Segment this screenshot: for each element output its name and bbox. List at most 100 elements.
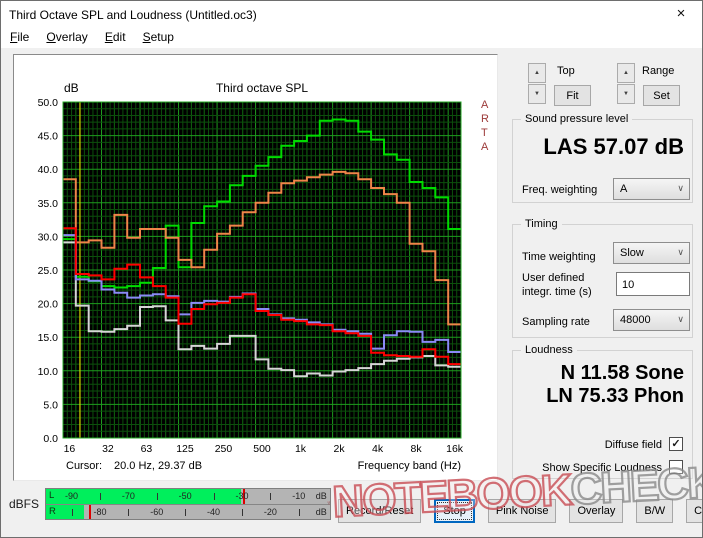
svg-text:Frequency band (Hz): Frequency band (Hz)	[358, 460, 461, 472]
third-octave-spl-chart[interactable]: Third octave SPL dB 0.0 5.0 10.0 15.0 20.0 25.0…	[14, 55, 497, 480]
meter-tick	[71, 509, 73, 516]
freq-weighting-label: Freq. weighting	[522, 184, 598, 196]
svg-text:35.0: 35.0	[38, 198, 59, 210]
menu-setup[interactable]: Setup	[143, 30, 174, 44]
svg-text:A: A	[481, 141, 489, 153]
svg-text:Cursor:: Cursor:	[66, 460, 102, 472]
menu-file[interactable]: File	[10, 30, 29, 44]
meter-channel-name: L	[49, 490, 55, 501]
stop-button[interactable]: Stop	[434, 499, 475, 523]
range-label: Range	[642, 65, 675, 77]
time-weighting-combobox[interactable]: Slow ∨	[613, 242, 690, 264]
svg-text:T: T	[481, 127, 488, 139]
svg-text:8k: 8k	[411, 443, 423, 455]
fit-button[interactable]: Fit	[554, 85, 591, 106]
meter-tick	[298, 509, 300, 516]
diffuse-field-checkbox[interactable]: ✓	[669, 437, 683, 451]
integr-time-input[interactable]	[616, 272, 690, 296]
meter-scale-label: -20	[263, 507, 277, 517]
level-meter: L -90 -70 -50 -30 -10 dB R -80 -60 -40 -20 dB	[45, 488, 331, 520]
sampling-rate-combobox[interactable]: 48000 ∨	[613, 309, 690, 331]
svg-text:16: 16	[64, 443, 76, 455]
top-up-spinner[interactable]: ▲	[528, 63, 546, 83]
meter-unit-label: dB	[315, 491, 327, 501]
loudness-phon-value: LN 75.33 Phon	[546, 385, 684, 407]
integr-time-label-line1: User defined	[522, 272, 585, 284]
loudness-group: Loudness N 11.58 Sone LN 75.33 Phon Diff…	[512, 344, 693, 479]
menu-overlay[interactable]: Overlay	[46, 30, 87, 44]
svg-text:32: 32	[102, 443, 114, 455]
svg-text:Third octave SPL: Third octave SPL	[216, 81, 308, 95]
spl-value: LAS 57.07 dB	[543, 134, 684, 159]
close-icon[interactable]: ×	[660, 1, 702, 28]
meter-tick	[128, 509, 130, 516]
svg-text:63: 63	[141, 443, 153, 455]
svg-text:5.0: 5.0	[43, 399, 58, 411]
top-down-spinner[interactable]: ▼	[528, 84, 546, 104]
svg-text:R: R	[481, 113, 489, 125]
meter-scale-label: -80	[93, 507, 107, 517]
window-header: Third Octave SPL and Loudness (Untitled.…	[1, 1, 702, 48]
overlay-button[interactable]: Overlay	[569, 499, 624, 523]
window-title: Third Octave SPL and Loudness (Untitled.…	[9, 8, 257, 22]
svg-text:500: 500	[253, 443, 271, 455]
show-specific-loudness-checkbox[interactable]	[669, 460, 683, 474]
chevron-down-icon: ∨	[677, 183, 684, 193]
diffuse-field-label: Diffuse field	[604, 439, 662, 451]
meter-scale-label: -10	[292, 491, 306, 501]
meter-scale-label: -50	[178, 491, 192, 501]
meter-tick	[99, 493, 101, 500]
svg-text:2k: 2k	[333, 443, 345, 455]
meter-row-L: L -90 -70 -50 -30 -10 dB	[46, 489, 330, 504]
top-label: Top	[557, 65, 575, 77]
meter-scale-label: -60	[150, 507, 164, 517]
meter-tick	[270, 493, 272, 500]
pink-noise-button[interactable]: Pink Noise	[487, 499, 557, 523]
svg-text:45.0: 45.0	[38, 131, 59, 143]
dbfs-label: dBFS	[9, 497, 40, 511]
svg-text:25.0: 25.0	[38, 265, 59, 277]
bw-button[interactable]: B/W	[636, 499, 674, 523]
integr-time-label-line2: integr. time (s)	[522, 286, 592, 298]
sound-pressure-level-group: Sound pressure level LAS 57.07 dB Freq. …	[512, 113, 693, 203]
menu-bar: File Overlay Edit Setup	[3, 30, 181, 48]
chevron-down-icon: ∨	[677, 314, 684, 324]
svg-text:dB: dB	[64, 81, 79, 95]
meter-tick	[156, 493, 158, 500]
svg-text:4k: 4k	[372, 443, 384, 455]
record-reset-button[interactable]: Record/Reset	[338, 499, 422, 523]
timing-group: Timing Time weighting Slow ∨ User define…	[512, 218, 693, 338]
chevron-down-icon: ∨	[677, 247, 684, 257]
meter-scale-label: -30	[235, 491, 249, 501]
title-bar: Third Octave SPL and Loudness (Untitled.…	[1, 1, 702, 29]
time-weighting-label: Time weighting	[522, 251, 596, 263]
loudness-sone-value: N 11.58 Sone	[560, 362, 684, 384]
set-button[interactable]: Set	[643, 85, 680, 106]
range-down-spinner[interactable]: ▼	[617, 84, 635, 104]
svg-text:40.0: 40.0	[38, 164, 59, 176]
freq-weighting-combobox[interactable]: A ∨	[613, 178, 690, 200]
meter-tick	[213, 493, 215, 500]
transport-button-row: Record/Reset Stop Pink Noise Overlay B/W…	[338, 499, 702, 523]
svg-text:20.0 Hz, 29.37 dB: 20.0 Hz, 29.37 dB	[114, 460, 202, 472]
svg-text:1k: 1k	[295, 443, 307, 455]
svg-text:15.0: 15.0	[38, 332, 59, 344]
svg-text:10.0: 10.0	[38, 366, 59, 378]
svg-text:250: 250	[215, 443, 233, 455]
copy-button[interactable]: Copy	[686, 499, 702, 523]
spl-group-title: Sound pressure level	[521, 113, 633, 125]
menu-edit[interactable]: Edit	[105, 30, 126, 44]
svg-text:30.0: 30.0	[38, 231, 59, 243]
spl-chart-panel[interactable]: Third octave SPL dB 0.0 5.0 10.0 15.0 20.0 25.0…	[13, 54, 498, 481]
app-window: Third Octave SPL and Loudness (Untitled.…	[0, 0, 703, 538]
meter-scale-label: -40	[207, 507, 221, 517]
svg-text:16k: 16k	[446, 443, 464, 455]
meter-channel-name: R	[49, 506, 56, 517]
svg-text:A: A	[481, 99, 489, 111]
meter-row-R: R -80 -60 -40 -20 dB	[46, 504, 330, 519]
svg-text:50.0: 50.0	[38, 97, 59, 109]
show-specific-loudness-label: Show Specific Loudness	[542, 462, 662, 474]
meter-tick	[241, 509, 243, 516]
range-up-spinner[interactable]: ▲	[617, 63, 635, 83]
svg-text:125: 125	[176, 443, 194, 455]
